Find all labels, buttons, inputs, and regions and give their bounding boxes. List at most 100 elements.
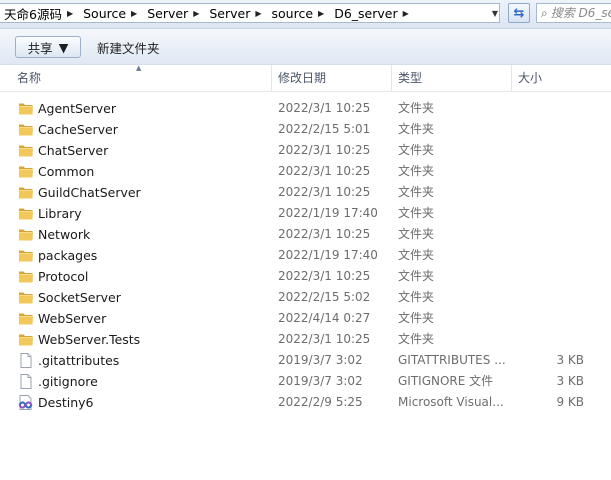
share-button-label: 共享: [27, 40, 53, 56]
file-modified-date: 2022/2/15 5:01: [278, 122, 371, 136]
file-row[interactable]: packages 2022/1/19 17:40 文件夹: [0, 245, 611, 266]
file-type: 文件夹: [398, 269, 435, 283]
file-name: Protocol: [38, 269, 89, 284]
folder-icon: [18, 269, 34, 284]
file-row[interactable]: Destiny6 2022/2/9 5:25 Microsoft Visual...…: [0, 392, 611, 413]
breadcrumb-separator-icon[interactable]: ▶: [65, 9, 79, 18]
file-modified-date: 2022/4/14 0:27: [278, 311, 371, 325]
file-size: 9 KB: [556, 395, 584, 409]
file-icon: [18, 374, 34, 389]
new-folder-button[interactable]: 新建文件夹: [90, 36, 167, 58]
file-size: 3 KB: [556, 353, 584, 367]
file-type: Microsoft Visual...: [398, 395, 504, 409]
file-name: packages: [38, 248, 98, 263]
breadcrumb-item-server[interactable]: Server: [143, 6, 191, 21]
search-box[interactable]: ⌕: [536, 3, 611, 23]
folder-icon: [18, 122, 34, 137]
file-type: 文件夹: [398, 185, 435, 199]
file-name: Library: [38, 206, 82, 221]
breadcrumb-item-root[interactable]: 天命6源码: [0, 4, 65, 22]
file-row[interactable]: GuildChatServer 2022/3/1 10:25 文件夹: [0, 182, 611, 203]
column-header-type[interactable]: 类型: [392, 65, 512, 91]
address-bar: 天命6源码 ▶ Source ▶ Server ▶ Server ▶ sourc…: [0, 0, 611, 29]
column-header-name[interactable]: 名称: [11, 65, 272, 91]
folder-icon: [18, 206, 34, 221]
breadcrumb-separator-icon[interactable]: ▶: [401, 9, 415, 18]
file-modified-date: 2022/1/19 17:40: [278, 248, 378, 262]
folder-icon: [18, 185, 34, 200]
file-type: 文件夹: [398, 122, 435, 136]
breadcrumb-separator-icon[interactable]: ▶: [191, 9, 205, 18]
folder-icon: [18, 143, 34, 158]
file-modified-date: 2022/3/1 10:25: [278, 164, 371, 178]
breadcrumb-separator-icon[interactable]: ▶: [253, 9, 267, 18]
file-modified-date: 2019/3/7 3:02: [278, 374, 363, 388]
file-name: Common: [38, 164, 95, 179]
file-type: 文件夹: [398, 101, 435, 115]
search-icon: ⌕: [541, 5, 548, 20]
breadcrumb-item-source-2[interactable]: source: [268, 6, 317, 21]
file-type: 文件夹: [398, 332, 435, 346]
folder-icon: [18, 290, 34, 305]
file-row[interactable]: Network 2022/3/1 10:25 文件夹: [0, 224, 611, 245]
breadcrumb-item-d6-server[interactable]: D6_server: [330, 6, 400, 21]
breadcrumb-item-server-2[interactable]: Server: [205, 6, 253, 21]
refresh-button[interactable]: ⇆: [508, 3, 530, 23]
folder-icon: [18, 227, 34, 242]
file-type: 文件夹: [398, 290, 435, 304]
share-button[interactable]: 共享 ▼: [15, 36, 81, 58]
breadcrumb-separator-icon[interactable]: ▶: [316, 9, 330, 18]
folder-icon: [18, 101, 34, 116]
file-name: .gitattributes: [38, 353, 120, 368]
file-type: 文件夹: [398, 164, 435, 178]
file-type: 文件夹: [398, 311, 435, 325]
visual-studio-solution-icon: [18, 395, 34, 410]
file-row[interactable]: .gitignore 2019/3/7 3:02 GITIGNORE 文件 3 KB: [0, 371, 611, 392]
column-header-date[interactable]: 修改日期: [272, 65, 392, 91]
file-type: 文件夹: [398, 143, 435, 157]
file-modified-date: 2022/2/15 5:02: [278, 290, 371, 304]
breadcrumb-item-source[interactable]: Source: [79, 6, 129, 21]
file-name: Network: [38, 227, 91, 242]
column-header-size[interactable]: 大小: [512, 65, 611, 91]
file-modified-date: 2022/3/1 10:25: [278, 101, 371, 115]
file-size: 3 KB: [556, 374, 584, 388]
file-modified-date: 2022/3/1 10:25: [278, 143, 371, 157]
file-row[interactable]: Common 2022/3/1 10:25 文件夹: [0, 161, 611, 182]
file-name: .gitignore: [38, 374, 98, 389]
file-modified-date: 2022/1/19 17:40: [278, 206, 378, 220]
file-name: CacheServer: [38, 122, 118, 137]
file-modified-date: 2022/3/1 10:25: [278, 227, 371, 241]
column-header: 名称 修改日期 类型 大小: [0, 65, 611, 92]
file-icon: [18, 353, 34, 368]
folder-icon: [18, 332, 34, 347]
file-row[interactable]: ChatServer 2022/3/1 10:25 文件夹: [0, 140, 611, 161]
file-modified-date: 2022/2/9 5:25: [278, 395, 363, 409]
file-row[interactable]: SocketServer 2022/2/15 5:02 文件夹: [0, 287, 611, 308]
file-modified-date: 2019/3/7 3:02: [278, 353, 363, 367]
file-modified-date: 2022/3/1 10:25: [278, 185, 371, 199]
folder-icon: [18, 311, 34, 326]
file-name: AgentServer: [38, 101, 116, 116]
file-row[interactable]: AgentServer 2022/3/1 10:25 文件夹: [0, 98, 611, 119]
file-type: 文件夹: [398, 206, 435, 220]
file-row[interactable]: WebServer.Tests 2022/3/1 10:25 文件夹: [0, 329, 611, 350]
chevron-down-icon: ▼: [58, 39, 69, 55]
file-row[interactable]: Library 2022/1/19 17:40 文件夹: [0, 203, 611, 224]
breadcrumb-separator-icon[interactable]: ▶: [129, 9, 143, 18]
file-type: GITATTRIBUTES ...: [398, 353, 506, 367]
file-row[interactable]: Protocol 2022/3/1 10:25 文件夹: [0, 266, 611, 287]
file-name: Destiny6: [38, 395, 94, 410]
refresh-icon: ⇆: [513, 5, 525, 21]
address-history-dropdown[interactable]: ▼: [487, 4, 503, 22]
file-row[interactable]: CacheServer 2022/2/15 5:01 文件夹: [0, 119, 611, 140]
file-type: GITIGNORE 文件: [398, 374, 494, 388]
breadcrumb[interactable]: 天命6源码 ▶ Source ▶ Server ▶ Server ▶ sourc…: [0, 3, 500, 23]
command-bar: 共享 ▼ 新建文件夹: [0, 29, 611, 65]
search-input[interactable]: [550, 6, 611, 20]
file-row[interactable]: .gitattributes 2019/3/7 3:02 GITATTRIBUTES…: [0, 350, 611, 371]
folder-icon: [18, 164, 34, 179]
file-name: SocketServer: [38, 290, 121, 305]
file-list: AgentServer 2022/3/1 10:25 文件夹 CacheServer 2…: [0, 98, 611, 413]
file-row[interactable]: WebServer 2022/4/14 0:27 文件夹: [0, 308, 611, 329]
